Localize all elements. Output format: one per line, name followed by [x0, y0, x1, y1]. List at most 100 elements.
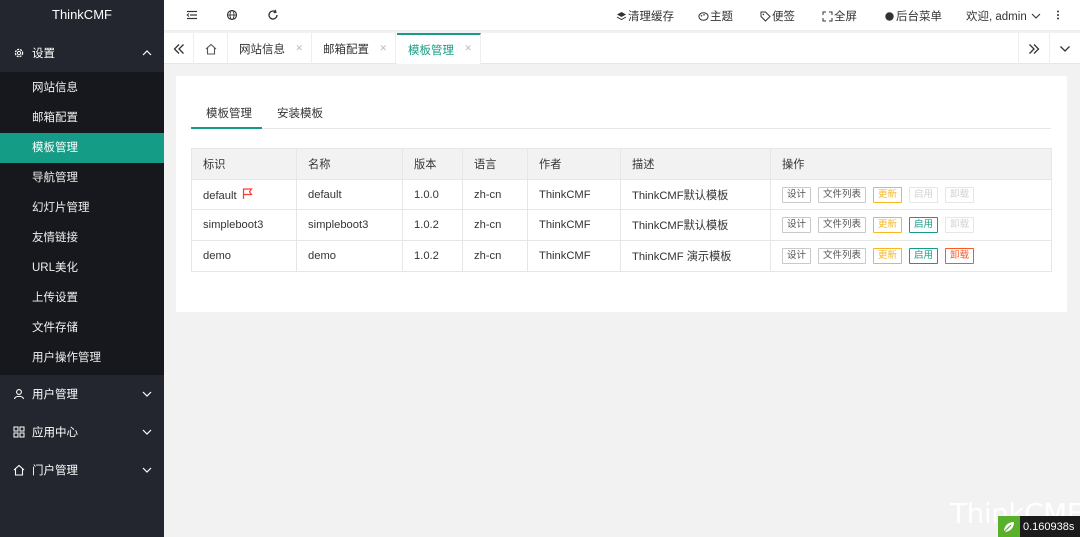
home-icon	[12, 463, 26, 477]
fullscreen-button[interactable]: 全屏	[822, 8, 857, 24]
more-icon[interactable]	[1051, 8, 1065, 22]
chevron-down-icon	[1060, 45, 1070, 52]
flag-icon	[242, 187, 253, 199]
theme-button[interactable]: 主题	[698, 8, 733, 24]
cell-name: demo	[296, 240, 403, 272]
close-icon[interactable]: ✕	[379, 43, 387, 54]
sidebar: ThinkCMF 设置 网站信息 邮箱配置 模板管理 导航管理 幻灯片管理 友情…	[0, 0, 164, 537]
nav-head-apps[interactable]: 应用中心	[0, 413, 164, 451]
user-icon	[12, 387, 26, 401]
nav-group-users: 用户管理	[0, 375, 164, 413]
table-row: demo demo 1.0.2 zh-cn ThinkCMF ThinkCMF …	[191, 240, 1052, 272]
table-header-row: 标识 名称 版本 语言 作者 描述 操作	[191, 148, 1052, 180]
cell-desc: ThinkCMF 演示模板	[620, 240, 771, 272]
layers-icon	[616, 11, 627, 20]
sidebar-item-template-manage[interactable]: 模板管理	[0, 133, 164, 163]
enable-button[interactable]: 启用	[909, 217, 939, 234]
user-menu[interactable]: 欢迎, admin	[966, 8, 1042, 24]
tab-mail-config[interactable]: 邮箱配置 ✕	[312, 33, 396, 64]
file-list-button[interactable]: 文件列表	[818, 186, 867, 203]
design-button[interactable]: 设计	[782, 186, 812, 203]
cell-name: default	[296, 178, 403, 211]
table-row: default default 1.0.0 zh-cn ThinkCMF Thi…	[191, 178, 1052, 211]
template-table: 标识 名称 版本 语言 作者 描述 操作 default default 1.0…	[191, 148, 1052, 272]
sidebar-item-links[interactable]: 友情链接	[0, 223, 164, 253]
nav-head-portal[interactable]: 门户管理	[0, 451, 164, 489]
sidebar-item-slides[interactable]: 幻灯片管理	[0, 193, 164, 223]
top-bar: 清理缓存 主题 便签 全屏 后台菜单 欢迎, admin	[164, 0, 1080, 31]
settings-submenu: 网站信息 邮箱配置 模板管理 导航管理 幻灯片管理 友情链接 URL美化 上传设…	[0, 72, 164, 375]
logo[interactable]: ThinkCMF	[0, 0, 164, 32]
double-chevron-right-icon	[1029, 43, 1040, 54]
cell-ops: 设计 文件列表 更新 启用 卸载	[770, 240, 1052, 272]
update-button[interactable]: 更新	[873, 247, 903, 264]
update-button[interactable]: 更新	[873, 217, 903, 234]
update-button[interactable]: 更新	[873, 186, 903, 203]
chevron-down-icon	[142, 391, 152, 397]
backend-menu-button[interactable]: 后台菜单	[884, 8, 942, 24]
close-icon[interactable]: ✕	[464, 43, 472, 54]
sidebar-item-user-action[interactable]: 用户操作管理	[0, 343, 164, 373]
content-tab-template-manage[interactable]: 模板管理	[206, 105, 252, 121]
uninstall-button: 卸载	[945, 186, 975, 203]
col-header-lang: 语言	[462, 148, 528, 180]
refresh-icon[interactable]	[266, 8, 280, 22]
cell-desc: ThinkCMF默认模板	[620, 209, 771, 242]
nav-head-users[interactable]: 用户管理	[0, 375, 164, 413]
close-icon[interactable]: ✕	[295, 43, 303, 54]
fullscreen-label: 全屏	[834, 11, 857, 23]
enable-button[interactable]: 启用	[909, 247, 939, 264]
content-tab-install-template[interactable]: 安装模板	[277, 105, 323, 121]
app-icon	[12, 425, 26, 439]
content-tab-active-indicator	[191, 127, 262, 129]
clear-cache-button[interactable]: 清理缓存	[616, 8, 674, 24]
cell-id: demo	[191, 240, 297, 272]
tabs-scroll-left-button[interactable]	[164, 33, 194, 64]
tab-template-manage[interactable]: 模板管理 ✕	[397, 33, 481, 64]
design-button[interactable]: 设计	[782, 217, 812, 234]
tag-icon	[760, 11, 771, 22]
debug-timer-badge[interactable]: 0.160938s	[998, 516, 1080, 537]
cell-lang: zh-cn	[462, 178, 528, 211]
leaf-icon	[998, 516, 1020, 537]
nav-group-settings: 设置 网站信息 邮箱配置 模板管理 导航管理 幻灯片管理 友情链接 URL美化 …	[0, 34, 164, 375]
chevron-down-icon	[142, 429, 152, 435]
nav-head-settings[interactable]: 设置	[0, 34, 164, 72]
cell-ops: 设计 文件列表 更新 启用 卸载	[770, 178, 1052, 211]
sidebar-item-url-beautify[interactable]: URL美化	[0, 253, 164, 283]
menu-toggle-icon[interactable]	[185, 8, 199, 22]
welcome-label: 欢迎, admin	[966, 11, 1027, 23]
sidebar-item-file-storage[interactable]: 文件存储	[0, 313, 164, 343]
globe-icon[interactable]	[225, 8, 239, 22]
tabs-scroll-right-button[interactable]	[1018, 33, 1049, 64]
sidebar-item-nav-manage[interactable]: 导航管理	[0, 163, 164, 193]
note-button[interactable]: 便签	[760, 8, 795, 24]
page-tabs-bar: 网站信息 ✕ 邮箱配置 ✕ 模板管理 ✕	[164, 33, 1080, 64]
sidebar-item-upload-settings[interactable]: 上传设置	[0, 283, 164, 313]
sidebar-item-mail-config[interactable]: 邮箱配置	[0, 103, 164, 133]
nav-group-portal: 门户管理	[0, 451, 164, 489]
design-button[interactable]: 设计	[782, 247, 812, 264]
cell-desc: ThinkCMF默认模板	[620, 178, 771, 211]
file-list-button[interactable]: 文件列表	[818, 247, 867, 264]
tabs-dropdown-button[interactable]	[1049, 33, 1080, 64]
sidebar-item-site-info[interactable]: 网站信息	[0, 73, 164, 103]
home-icon	[205, 43, 216, 55]
tab-site-info[interactable]: 网站信息 ✕	[228, 33, 312, 64]
cell-id: default	[191, 178, 297, 211]
cell-id: simpleboot3	[191, 209, 297, 242]
tab-label: 网站信息	[239, 43, 285, 56]
nav-head-label: 门户管理	[32, 465, 78, 477]
backend-menu-label: 后台菜单	[896, 11, 942, 23]
cell-author: ThinkCMF	[527, 240, 621, 272]
cell-ops: 设计 文件列表 更新 启用 卸载	[770, 209, 1052, 242]
col-header-name: 名称	[296, 148, 403, 180]
tab-home[interactable]	[194, 33, 228, 64]
file-list-button[interactable]: 文件列表	[818, 217, 867, 234]
double-chevron-left-icon	[173, 43, 184, 54]
col-header-ops: 操作	[770, 148, 1052, 180]
tab-label: 模板管理	[408, 44, 454, 57]
uninstall-button[interactable]: 卸载	[945, 247, 975, 264]
cell-id-text: default	[203, 189, 237, 202]
cell-lang: zh-cn	[462, 240, 528, 272]
